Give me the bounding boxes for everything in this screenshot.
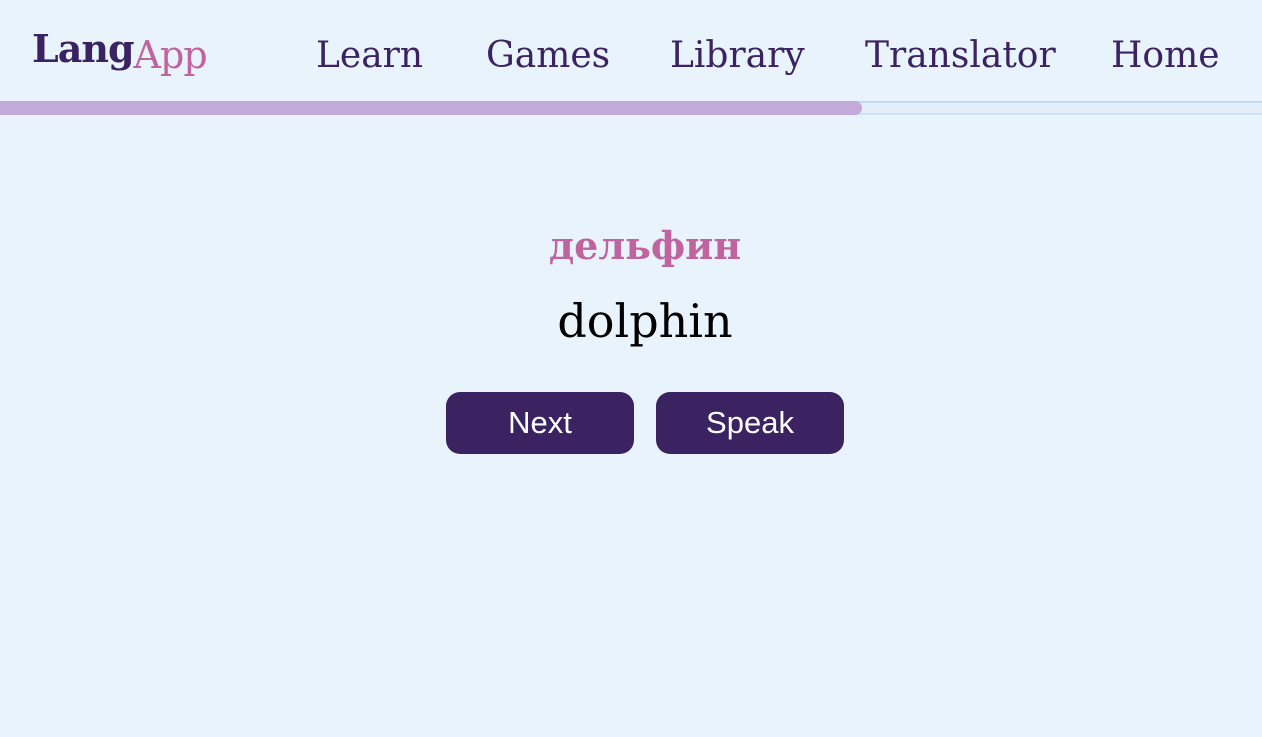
app-header: LangApp Learn Games Library Translator H… [0,0,1262,102]
nav-item-home[interactable]: Home [1111,34,1220,78]
nav-item-learn[interactable]: Learn [316,34,423,78]
native-word: dolphin [557,294,733,348]
foreign-word: дельфин [548,223,742,268]
nav-item-library[interactable]: Library [670,34,805,78]
nav-item-games[interactable]: Games [486,34,610,78]
next-button[interactable]: Next [446,392,634,454]
nav-item-translator[interactable]: Translator [865,34,1056,78]
main-nav: Learn Games Library Translator Home [0,34,1262,78]
progress-bar-fill [0,101,862,115]
speak-button[interactable]: Speak [656,392,844,454]
